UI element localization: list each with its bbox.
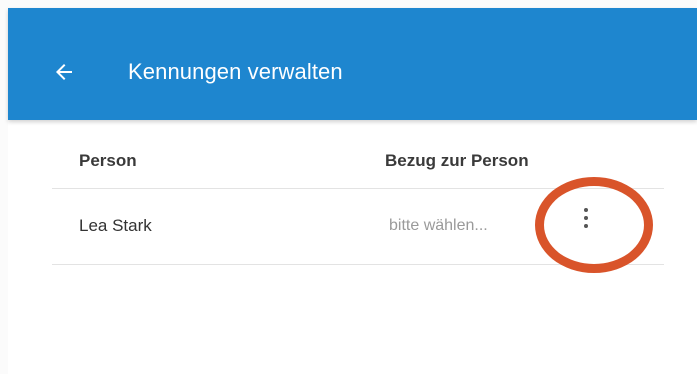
page-title: Kennungen verwalten [128, 59, 343, 84]
more-vertical-icon [584, 206, 588, 230]
person-name: Lea Stark [79, 216, 152, 235]
row-menu-button[interactable] [578, 203, 594, 233]
back-button[interactable] [46, 54, 82, 90]
column-header-bezug: Bezug zur Person [385, 151, 529, 170]
app-bar: Kennungen verwalten [8, 8, 697, 120]
arrow-left-icon [56, 64, 72, 80]
column-header-person: Person [79, 151, 137, 170]
bezug-select[interactable]: bitte wählen... [389, 217, 488, 235]
highlight-ring [535, 177, 653, 273]
